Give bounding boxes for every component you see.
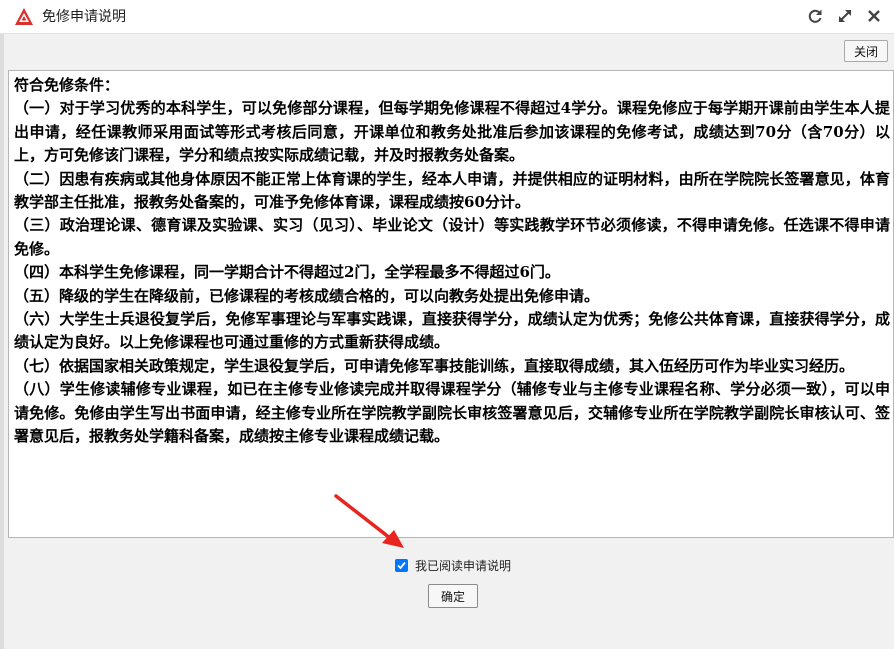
paragraph-item-5: （五）降级的学生在降级前，已修课程的考核成绩合格的，可以向教务处提出免修申请。 <box>14 286 600 305</box>
paragraph-item-2: （二）因患有疾病或其他身体原因不能正常上体育课的学生，经本人申请，并提供相应的证… <box>14 169 890 212</box>
close-icon[interactable] <box>865 7 883 25</box>
paragraph-item-7: （七）依据国家相关政策规定，学生退役复学后，可申请免修军事技能训练，直接取得成绩… <box>14 356 855 375</box>
instructions-text-area[interactable]: 符合免修条件： （一）对于学习优秀的本科学生，可以免修部分课程，但每学期免修课程… <box>8 70 894 538</box>
paragraph-item-8: （八）学生修读辅修专业课程，如已在主修专业修读完成并取得课程学分（辅修专业与主修… <box>14 380 890 446</box>
left-edge-strip <box>0 34 4 649</box>
paragraph-item-1: （一）对于学习优秀的本科学生，可以免修部分课程，但每学期免修课程不得超过4学分。… <box>14 99 890 165</box>
title-bar: 免修申请说明 <box>0 0 894 34</box>
paragraph-item-6: （六）大学生士兵退役复学后，免修军事理论与军事实践课，直接获得学分，成绩认定为优… <box>14 310 890 352</box>
paragraph-item-4: （四）本科学生免修课程，同一学期合计不得超过2门，全学程最多不得超过6门。 <box>14 263 560 282</box>
refresh-icon[interactable] <box>806 7 824 25</box>
close-button[interactable]: 关闭 <box>844 40 888 62</box>
window-title: 免修申请说明 <box>42 9 126 25</box>
agree-checkbox[interactable] <box>395 558 408 572</box>
agreement-row: 我已阅读申请说明 <box>395 556 511 574</box>
agree-label[interactable]: 我已阅读申请说明 <box>415 557 511 574</box>
paragraph-heading: 符合免修条件： <box>14 76 120 94</box>
maximize-icon[interactable] <box>836 7 854 25</box>
triangle-logo-icon <box>14 7 34 27</box>
confirm-button[interactable]: 确定 <box>428 584 478 608</box>
red-arrow-annotation-icon <box>334 494 404 548</box>
paragraph-item-3: （三）政治理论课、德育课及实验课、实习（见习）、毕业论文（设计）等实践教学环节必… <box>14 216 890 258</box>
